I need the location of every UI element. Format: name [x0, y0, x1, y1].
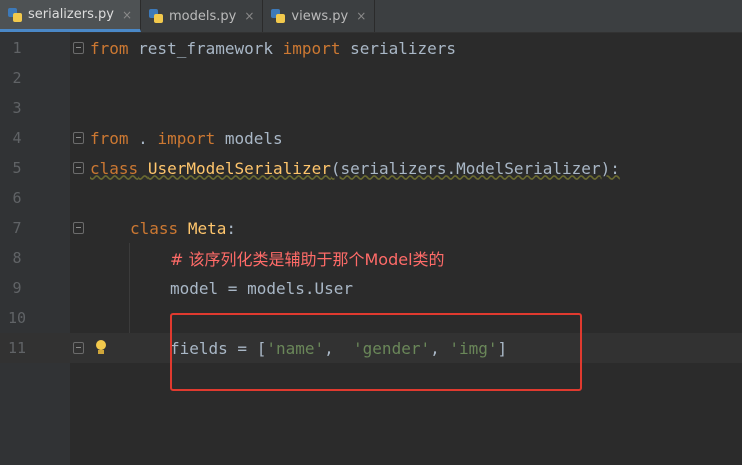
code-text: model = models.User	[170, 278, 354, 298]
code-text: from . import models	[90, 128, 283, 148]
python-file-icon	[149, 9, 163, 23]
fold-icon[interactable]	[73, 42, 84, 54]
tab-models[interactable]: models.py ×	[141, 0, 264, 32]
code-text: class UserModelSerializer(serializers.Mo…	[90, 158, 620, 178]
line-number: 6	[12, 189, 22, 207]
code-line-5: 5 class UserModelSerializer(serializers.…	[0, 153, 742, 183]
tab-label: models.py	[169, 8, 237, 24]
line-number: 3	[12, 99, 22, 117]
fold-icon[interactable]	[73, 342, 84, 354]
fold-icon[interactable]	[73, 222, 84, 234]
fold-icon[interactable]	[73, 132, 84, 144]
code-line-8: 8 # 该序列化类是辅助于那个Model类的	[0, 243, 742, 273]
code-line-3: 3	[0, 93, 742, 123]
code-line-2: 2	[0, 63, 742, 93]
line-number: 4	[12, 129, 22, 147]
tab-views[interactable]: views.py ×	[263, 0, 376, 32]
tab-serializers[interactable]: serializers.py ×	[0, 0, 141, 32]
line-number: 9	[12, 279, 22, 297]
close-icon[interactable]: ×	[122, 8, 132, 22]
code-line-6: 6	[0, 183, 742, 213]
python-file-icon	[8, 7, 22, 22]
line-number: 8	[12, 249, 22, 267]
line-number: 11	[7, 339, 27, 357]
line-number: 5	[12, 159, 22, 177]
close-icon[interactable]: ×	[356, 9, 366, 23]
line-number: 7	[12, 219, 22, 237]
code-text: from rest_framework import serializers	[90, 38, 457, 58]
annotation-highlight-box	[170, 313, 582, 391]
code-line-9: 9 model = models.User	[0, 273, 742, 303]
close-icon[interactable]: ×	[244, 9, 254, 23]
code-line-1: 1 from rest_framework import serializers	[0, 33, 742, 63]
lightbulb-icon[interactable]	[95, 340, 107, 356]
fold-icon[interactable]	[73, 162, 84, 174]
code-text: class Meta:	[130, 218, 236, 238]
code-editor[interactable]: 1 from rest_framework import serializers…	[0, 33, 742, 465]
tab-label: views.py	[291, 8, 349, 24]
tab-label: serializers.py	[28, 7, 114, 22]
line-number: 2	[12, 69, 22, 87]
code-comment: # 该序列化类是辅助于那个Model类的	[170, 250, 445, 269]
code-line-4: 4 from . import models	[0, 123, 742, 153]
code-line-7: 7 class Meta:	[0, 213, 742, 243]
python-file-icon	[271, 9, 286, 23]
line-number: 10	[7, 309, 27, 327]
line-number: 1	[12, 39, 22, 57]
editor-tab-bar: serializers.py × models.py × views.py ×	[0, 0, 742, 33]
